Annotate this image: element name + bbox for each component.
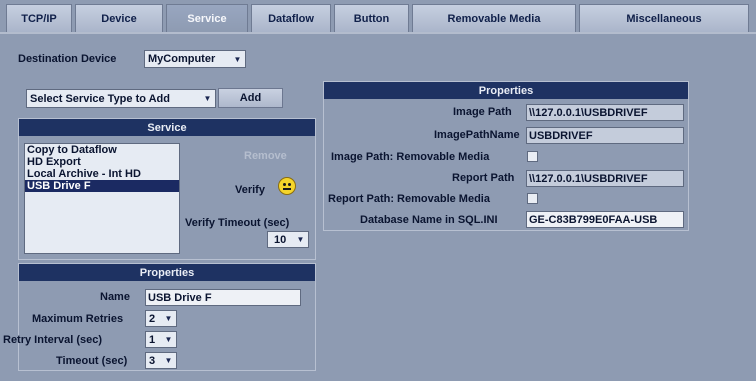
tab-label: Button	[353, 12, 390, 25]
timeout-dropdown[interactable]: 3 ▼	[145, 352, 177, 369]
image-path-label: Image Path	[453, 106, 512, 118]
max-retries-value: 2	[149, 312, 156, 325]
remove-button[interactable]: Remove	[244, 150, 287, 162]
timeout-value: 3	[149, 354, 156, 367]
tab-device[interactable]: Device	[75, 4, 163, 32]
properties-title: Properties	[139, 266, 195, 279]
db-name-field[interactable]: GE-C83B799E0FAA-USB	[526, 211, 684, 228]
destination-device-dropdown[interactable]: MyComputer ▼	[144, 50, 246, 68]
tab-label: TCP/IP	[21, 12, 57, 25]
image-path-name-label: ImagePathName	[434, 129, 520, 141]
tab-label: Dataflow	[268, 12, 314, 25]
max-retries-label: Maximum Retries	[32, 313, 124, 325]
service-panel-header: Service	[19, 119, 315, 136]
report-path-label: Report Path	[452, 172, 515, 184]
image-removable-checkbox[interactable]	[527, 151, 538, 162]
verify-timeout-value: 10	[274, 233, 287, 246]
service-type-value: Select Service Type to Add	[30, 92, 170, 105]
name-field[interactable]: USB Drive F	[145, 289, 301, 306]
image-removable-label: Image Path: Removable Media	[331, 151, 490, 163]
image-path-field[interactable]: \\127.0.0.1\USBDRIVEF	[526, 104, 684, 121]
db-name-label: Database Name in SQL.INI	[360, 214, 498, 226]
report-path-value: \\127.0.0.1\USBDRIVEF	[529, 172, 648, 185]
add-button[interactable]: Add	[218, 88, 283, 108]
tab-label: Device	[101, 12, 137, 25]
verify-timeout-label: Verify Timeout (sec)	[185, 217, 290, 229]
chevron-down-icon: ▼	[164, 334, 173, 344]
retry-interval-label: Retry Interval (sec)	[3, 334, 103, 346]
tab-miscellaneous[interactable]: Miscellaneous	[579, 4, 749, 32]
destination-device-label: Destination Device	[18, 53, 117, 65]
list-item[interactable]: HD Export	[25, 156, 179, 168]
retry-interval-dropdown[interactable]: 1 ▼	[145, 331, 177, 348]
service-type-dropdown[interactable]: Select Service Type to Add ▼	[26, 89, 216, 108]
chevron-down-icon: ▼	[203, 93, 212, 103]
properties-title: Properties	[478, 84, 534, 97]
retry-interval-value: 1	[149, 333, 156, 346]
verify-label: Verify	[235, 184, 265, 196]
name-value: USB Drive F	[148, 291, 212, 304]
service-panel-title: Service	[147, 121, 187, 134]
tab-service[interactable]: Service	[166, 4, 248, 32]
properties-panel-right-header: Properties	[324, 82, 688, 99]
timeout-label: Timeout (sec)	[56, 355, 128, 367]
tab-button[interactable]: Button	[334, 4, 409, 32]
chevron-down-icon: ▼	[296, 234, 305, 244]
tab-tcpip[interactable]: TCP/IP	[6, 4, 72, 32]
tab-label: Miscellaneous	[626, 12, 702, 25]
destination-device-value: MyComputer	[148, 53, 216, 65]
add-button-label: Add	[239, 92, 262, 104]
db-name-value: GE-C83B799E0FAA-USB	[529, 213, 658, 226]
tab-label: Service	[187, 12, 227, 25]
max-retries-dropdown[interactable]: 2 ▼	[145, 310, 177, 327]
service-list[interactable]: Copy to Dataflow HD Export Local Archive…	[24, 143, 180, 254]
chevron-down-icon: ▼	[233, 54, 242, 64]
name-label: Name	[100, 291, 130, 303]
list-item-selected[interactable]: USB Drive F	[25, 180, 179, 192]
image-path-name-value: USBDRIVEF	[529, 129, 593, 142]
smiley-icon[interactable]	[278, 177, 296, 195]
verify-timeout-dropdown[interactable]: 10 ▼	[267, 231, 309, 248]
properties-panel-left-header: Properties	[19, 264, 315, 281]
tab-removable-media[interactable]: Removable Media	[412, 4, 576, 32]
list-item[interactable]: Copy to Dataflow	[25, 144, 179, 156]
tab-dataflow[interactable]: Dataflow	[251, 4, 331, 32]
tab-label: Removable Media	[447, 12, 541, 25]
tab-divider	[0, 32, 756, 34]
report-path-field[interactable]: \\127.0.0.1\USBDRIVEF	[526, 170, 684, 187]
report-removable-label: Report Path: Removable Media	[328, 193, 490, 205]
chevron-down-icon: ▼	[164, 313, 173, 323]
image-path-name-field[interactable]: USBDRIVEF	[526, 127, 684, 144]
image-path-value: \\127.0.0.1\USBDRIVEF	[529, 106, 648, 119]
report-removable-checkbox[interactable]	[527, 193, 538, 204]
chevron-down-icon: ▼	[164, 355, 173, 365]
list-item[interactable]: Local Archive - Int HD	[25, 168, 179, 180]
